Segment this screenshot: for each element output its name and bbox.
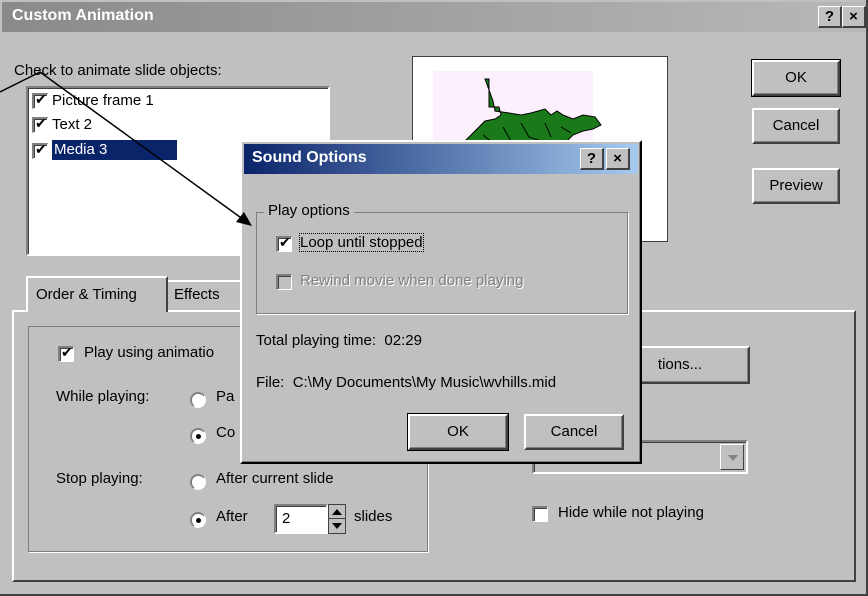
loop-label: Loop until stopped <box>299 233 424 252</box>
checkbox[interactable] <box>32 115 48 133</box>
preview-button[interactable]: Preview <box>752 168 840 204</box>
after-slides-label: After <box>216 508 248 525</box>
after-current-slide-label: After current slide <box>216 470 334 487</box>
spin-down-icon[interactable] <box>332 523 342 529</box>
sound-options-titlebar[interactable]: Sound Options ? × <box>244 144 638 174</box>
list-item-label: Picture frame 1 <box>52 92 154 109</box>
chevron-down-icon <box>728 455 738 461</box>
rewind-label: Rewind movie when done playing <box>300 272 524 289</box>
ok-button[interactable]: OK <box>751 59 841 97</box>
dropdown-button[interactable] <box>720 444 744 470</box>
pause-radio[interactable] <box>190 392 206 408</box>
list-item[interactable]: Text 2 <box>30 114 320 136</box>
slides-count-input[interactable]: 2 <box>274 504 328 534</box>
checkbox[interactable] <box>32 91 48 109</box>
play-options-groupbox <box>256 212 628 314</box>
loop-checkbox[interactable] <box>276 234 292 252</box>
tab-order-timing[interactable]: Order & Timing <box>26 276 168 312</box>
after-current-slide-radio[interactable] <box>190 474 206 490</box>
list-item[interactable]: Picture frame 1 <box>30 90 320 112</box>
rewind-checkbox[interactable] <box>276 274 292 290</box>
list-item-label: Text 2 <box>52 116 93 133</box>
sound-cancel-button[interactable]: Cancel <box>524 414 624 450</box>
after-slides-radio[interactable] <box>190 512 206 528</box>
total-playing-time-label: Total playing time: 02:29 <box>256 332 422 349</box>
list-item-label: Media 3 <box>52 140 178 160</box>
slides-spinner[interactable] <box>328 504 346 534</box>
hide-while-not-playing-checkbox[interactable] <box>532 506 548 522</box>
close-button[interactable]: × <box>842 6 866 28</box>
play-using-checkbox[interactable] <box>58 344 74 362</box>
total-playing-time-value: 02:29 <box>384 332 422 349</box>
help-button[interactable]: ? <box>580 148 604 170</box>
file-path-label: File: C:\My Documents\My Music\wvhills.m… <box>256 374 557 391</box>
sound-options-title: Sound Options <box>252 149 367 166</box>
spin-up-icon[interactable] <box>332 509 342 515</box>
continue-label: Co <box>216 424 236 441</box>
custom-animation-titlebar[interactable]: Custom Animation ? × <box>2 2 866 32</box>
tab-effects[interactable]: Effects <box>168 280 248 310</box>
sound-options-dialog: Sound Options ? × Play options Loop unti… <box>240 140 642 464</box>
file-path-value: C:\My Documents\My Music\wvhills.mid <box>292 374 557 391</box>
while-playing-label: While playing: <box>56 388 150 405</box>
sound-ok-button[interactable]: OK <box>407 413 509 451</box>
stop-playing-label: Stop playing: <box>56 470 143 487</box>
continue-radio[interactable] <box>190 428 206 444</box>
checkbox[interactable] <box>32 141 48 159</box>
slides-label: slides <box>354 508 393 525</box>
hide-while-not-playing-label: Hide while not playing <box>558 504 704 521</box>
cancel-button[interactable]: Cancel <box>752 108 840 144</box>
pause-label: Pa <box>216 388 235 405</box>
check-objects-label: Check to animate slide objects: <box>14 62 222 79</box>
custom-animation-title: Custom Animation <box>12 7 154 24</box>
play-options-legend: Play options <box>264 202 354 219</box>
play-using-label: Play using animatio <box>84 344 215 361</box>
help-button[interactable]: ? <box>818 6 842 28</box>
close-button[interactable]: × <box>606 148 630 170</box>
